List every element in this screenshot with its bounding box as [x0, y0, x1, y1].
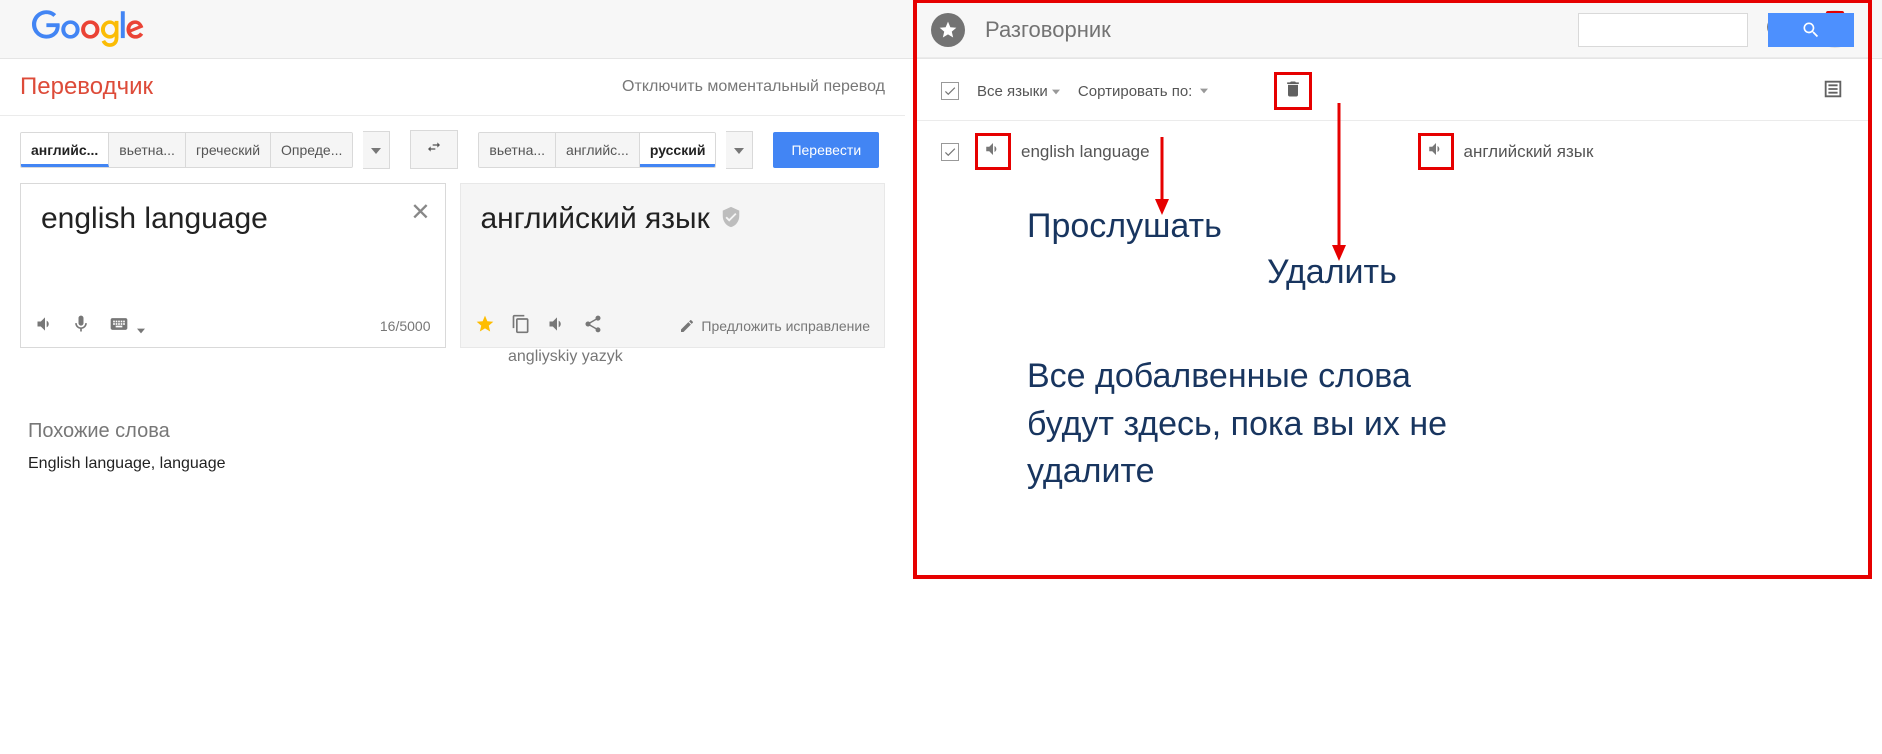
all-langs-filter[interactable]: Все языки	[977, 83, 1060, 100]
listen-dst-annotation-box	[1418, 133, 1454, 170]
arrow-listen	[1152, 137, 1172, 217]
input-pane: ✕ english language 16/5000	[20, 183, 446, 348]
phrasebook-row[interactable]: english language английский язык	[917, 121, 1868, 182]
left-column: Переводчик Отключить моментальный перево…	[0, 59, 905, 579]
source-lang-tab[interactable]: английс...	[21, 133, 109, 167]
source-lang-tab[interactable]: греческий	[186, 133, 271, 167]
input-text[interactable]: english language	[21, 184, 445, 304]
similar-section: Похожие слова English language, language	[0, 380, 905, 513]
copy-icon[interactable]	[511, 314, 531, 337]
target-lang-tab[interactable]: вьетна...	[479, 133, 556, 167]
listen-input-icon[interactable]	[35, 314, 55, 337]
input-footer: 16/5000	[21, 304, 445, 347]
subheader: Переводчик Отключить моментальный перево…	[0, 59, 905, 116]
share-icon[interactable]	[583, 314, 603, 337]
output-footer: Предложить исправление	[461, 304, 885, 347]
char-count: 16/5000	[380, 318, 431, 334]
listen-src-annotation-box	[975, 133, 1011, 170]
sort-dropdown[interactable]: Сортировать по:	[1078, 83, 1208, 100]
arrow-delete	[1329, 103, 1349, 263]
app-title: Переводчик	[20, 73, 622, 101]
row-checkbox[interactable]	[941, 143, 959, 161]
language-bar: английс... вьетна... греческий Опреде...…	[0, 116, 905, 183]
swap-languages-button[interactable]	[410, 130, 458, 169]
listen-src-icon[interactable]	[984, 143, 1002, 162]
source-lang-tabs: английс... вьетна... греческий Опреде...	[20, 132, 353, 168]
similar-list: English language, language	[28, 455, 877, 473]
transliteration: angliyskiy yazyk	[472, 348, 905, 380]
phrasebook-search-button[interactable]	[1768, 13, 1854, 47]
target-lang-tab[interactable]: русский	[640, 133, 716, 167]
instant-translate-toggle[interactable]: Отключить моментальный перевод	[622, 78, 885, 96]
target-lang-tabs: вьетна... английс... русский	[478, 132, 716, 168]
phrasebook-title: Разговорник	[985, 17, 1558, 43]
phrasebook-dst-text: английский язык	[1464, 142, 1594, 162]
source-lang-dropdown[interactable]	[363, 131, 390, 169]
output-text: английский язык	[461, 184, 885, 304]
listen-dst-icon[interactable]	[1427, 143, 1445, 162]
source-lang-tab[interactable]: вьетна...	[109, 133, 186, 167]
target-lang-dropdown[interactable]	[726, 131, 753, 169]
export-icon[interactable]	[1822, 78, 1844, 104]
source-lang-tab[interactable]: Опреде...	[271, 133, 352, 167]
annotation-listen: Прослушать	[1027, 207, 1222, 246]
translated-text: английский язык	[481, 202, 710, 236]
phrasebook-target-col: английский язык	[1418, 133, 1845, 170]
keyboard-icon[interactable]	[107, 314, 145, 337]
suggest-label: Предложить исправление	[701, 318, 870, 334]
translate-panes: ✕ english language 16/5000	[0, 183, 905, 348]
suggest-correction[interactable]: Предложить исправление	[679, 318, 870, 334]
google-logo[interactable]	[28, 10, 148, 48]
phrasebook-star-icon[interactable]	[931, 13, 965, 47]
target-lang-tab[interactable]: английс...	[556, 133, 640, 167]
trash-icon[interactable]	[1283, 86, 1303, 103]
phrasebook-header: Разговорник	[917, 3, 1868, 58]
delete-annotation-box	[1274, 72, 1312, 110]
phrasebook-panel: Разговорник Все языки Сортировать по:	[913, 0, 1872, 579]
star-icon[interactable]	[475, 314, 495, 337]
similar-heading: Похожие слова	[28, 420, 877, 443]
phrasebook-src-text: english language	[1021, 142, 1150, 162]
mic-icon[interactable]	[71, 314, 91, 337]
annotation-allwords: Все добалвенные слова будут здесь, пока …	[1027, 353, 1497, 496]
verified-icon	[720, 202, 742, 236]
phrasebook-toolbar: Все языки Сортировать по:	[917, 58, 1868, 121]
clear-input-icon[interactable]: ✕	[410, 198, 430, 227]
output-pane: английский язык	[460, 183, 886, 348]
listen-output-icon[interactable]	[547, 314, 567, 337]
translate-button[interactable]: Перевести	[773, 132, 879, 168]
phrasebook-search-input[interactable]	[1578, 13, 1748, 47]
main: Переводчик Отключить моментальный перево…	[0, 59, 1882, 579]
select-all-checkbox[interactable]	[941, 82, 959, 100]
